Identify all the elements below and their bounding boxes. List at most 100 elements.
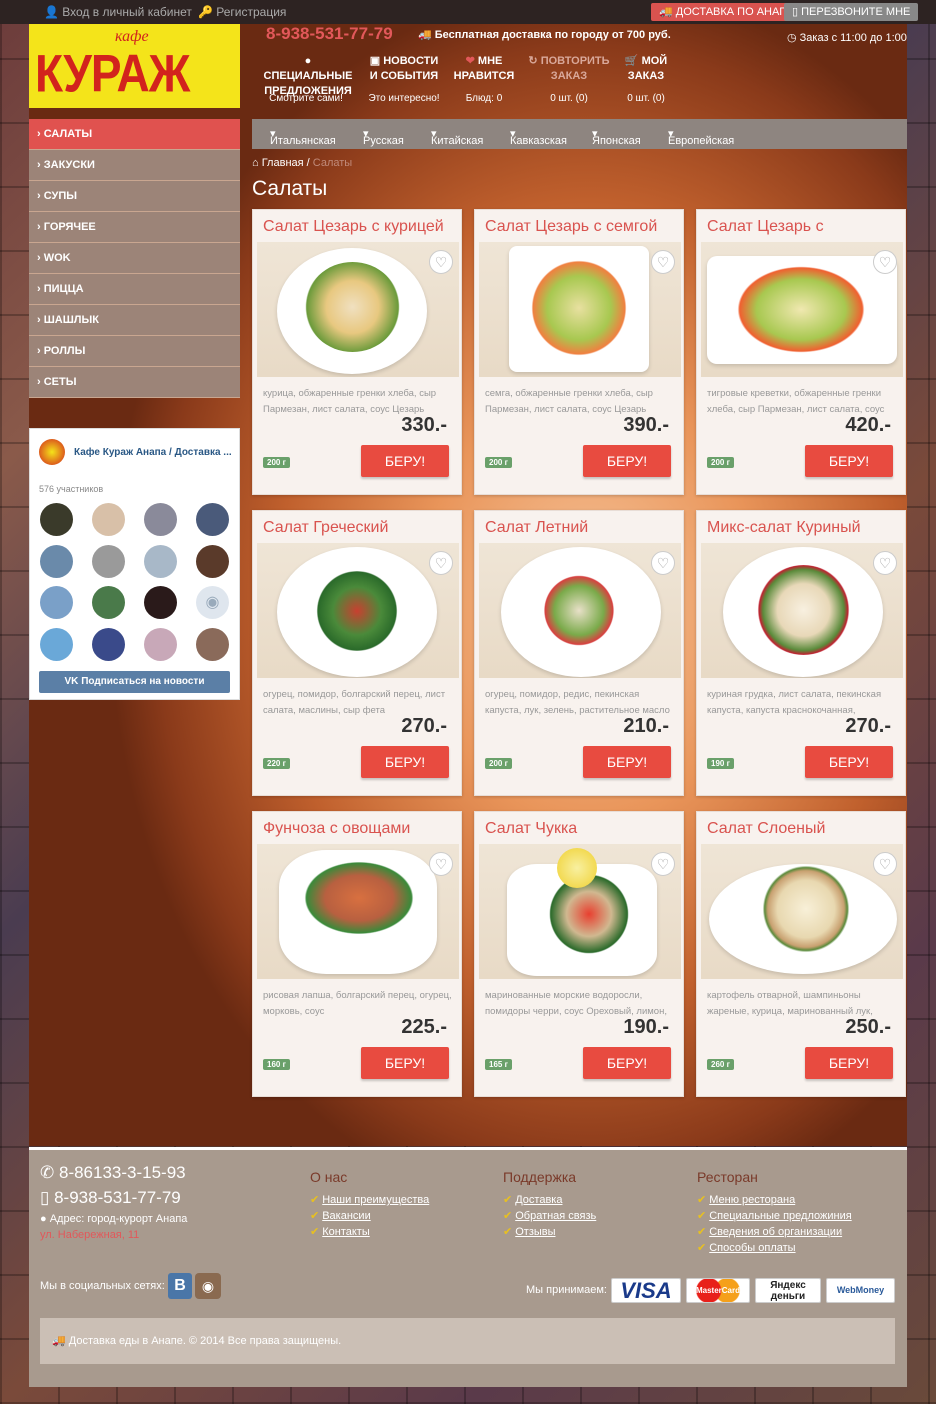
footer-phone-2[interactable]: ▯ 8-938-531-77-79 xyxy=(40,1188,181,1208)
sidebar-item-label: САЛАТЫ xyxy=(43,128,93,140)
product-title[interactable]: Салат Цезарь с xyxy=(707,218,902,236)
footer-link-reviews[interactable]: Отзывы xyxy=(503,1225,555,1238)
product-title[interactable]: Салат Чукка xyxy=(485,820,680,838)
avatar[interactable] xyxy=(92,545,125,578)
sidebar-item-shashlik[interactable]: › ШАШЛЫК xyxy=(29,305,240,336)
avatar[interactable] xyxy=(40,628,73,661)
avatar[interactable] xyxy=(144,545,177,578)
footer-link-delivery[interactable]: Доставка xyxy=(503,1193,562,1206)
product-photo[interactable]: ♡ xyxy=(479,543,681,678)
avatar[interactable] xyxy=(92,503,125,536)
product-title[interactable]: Салат Слоеный xyxy=(707,820,902,838)
buy-button[interactable]: БЕРУ! xyxy=(361,445,449,477)
nav-news[interactable]: ▣ НОВОСТИ И СОБЫТИЯ xyxy=(364,54,444,84)
instagram-icon[interactable]: ◉ xyxy=(195,1273,221,1299)
buy-button[interactable]: БЕРУ! xyxy=(361,746,449,778)
sidebar-item-pizza[interactable]: › ПИЦЦА xyxy=(29,274,240,305)
buy-button[interactable]: БЕРУ! xyxy=(583,445,671,477)
cuisine-italian[interactable]: Итальянская ▾ xyxy=(270,127,336,147)
sidebar-item-sets[interactable]: › СЕТЫ xyxy=(29,367,240,398)
sidebar-item-wok[interactable]: › WOK xyxy=(29,243,240,274)
vk-icon: VK xyxy=(64,676,79,687)
buy-button[interactable]: БЕРУ! xyxy=(805,445,893,477)
buy-button[interactable]: БЕРУ! xyxy=(583,746,671,778)
callback-button[interactable]: ▯ ПЕРЕЗВОНИТЕ МНЕ xyxy=(784,3,919,21)
buy-button[interactable]: БЕРУ! xyxy=(361,1047,449,1079)
cuisine-caucasian[interactable]: Кавказская ▾ xyxy=(510,127,567,147)
sidebar-item-soups[interactable]: › СУПЫ xyxy=(29,181,240,212)
cuisine-chinese[interactable]: Китайская ▾ xyxy=(431,127,483,147)
avatar[interactable] xyxy=(144,628,177,661)
product-title[interactable]: Фунчоза с овощами xyxy=(263,820,458,838)
breadcrumb-home[interactable]: Главная xyxy=(262,157,304,169)
buy-button[interactable]: БЕРУ! xyxy=(583,1047,671,1079)
product-title[interactable]: Салат Цезарь с семгой xyxy=(485,218,680,236)
footer-link-menu[interactable]: Меню ресторана xyxy=(697,1193,795,1206)
footer-phone-1[interactable]: ✆ 8-86133-3-15-93 xyxy=(40,1163,186,1183)
cuisine-japanese[interactable]: Японская ▾ xyxy=(592,127,641,147)
avatar[interactable] xyxy=(196,628,229,661)
footer-link-organization[interactable]: Сведения об организации xyxy=(697,1225,842,1238)
sidebar-item-hot[interactable]: › ГОРЯЧЕЕ xyxy=(29,212,240,243)
favorite-heart-icon[interactable]: ♡ xyxy=(651,551,675,575)
buy-button[interactable]: БЕРУ! xyxy=(805,746,893,778)
favorite-heart-icon[interactable]: ♡ xyxy=(873,551,897,575)
avatar[interactable] xyxy=(196,545,229,578)
avatar[interactable] xyxy=(196,503,229,536)
footer-link-feedback[interactable]: Обратная связь xyxy=(503,1209,596,1222)
cuisine-european[interactable]: Европейская ▾ xyxy=(668,127,734,147)
product-title[interactable]: Салат Летний xyxy=(485,519,680,537)
favorite-heart-icon[interactable]: ♡ xyxy=(429,551,453,575)
sidebar-item-salads[interactable]: › САЛАТЫ xyxy=(29,119,240,150)
sidebar-item-label: СУПЫ xyxy=(43,190,78,202)
cuisine-label: Европейская xyxy=(668,135,735,147)
sidebar-item-rolls[interactable]: › РОЛЛЫ xyxy=(29,336,240,367)
favorite-heart-icon[interactable]: ♡ xyxy=(429,852,453,876)
camera-icon[interactable]: ◉ xyxy=(196,586,229,619)
avatar[interactable] xyxy=(40,545,73,578)
vk-group-name[interactable]: Кафе Кураж Анапа / Доставка ... xyxy=(74,447,232,458)
footer-link-payment[interactable]: Способы оплаты xyxy=(697,1241,795,1254)
login-link[interactable]: 👤 Вход в личный кабинет xyxy=(44,5,192,19)
favorite-heart-icon[interactable]: ♡ xyxy=(651,852,675,876)
nav-my-order[interactable]: 🛒 МОЙ ЗАКАЗ xyxy=(620,54,672,84)
cuisine-russian[interactable]: Русская ▾ xyxy=(363,127,404,147)
buy-button[interactable]: БЕРУ! xyxy=(805,1047,893,1079)
footer-link-vacancies[interactable]: Вакансии xyxy=(310,1209,371,1222)
header-phone[interactable]: 8-938-531-77-79 xyxy=(266,24,393,44)
product-photo[interactable]: ♡ xyxy=(479,242,681,377)
vk-social-icon[interactable]: B xyxy=(168,1273,192,1299)
nav-repeat-order[interactable]: ↻ ПОВТОРИТЬ ЗАКАЗ xyxy=(528,54,610,84)
product-title[interactable]: Микс-салат Куриный xyxy=(707,519,902,537)
product-photo[interactable]: ♡ xyxy=(257,543,459,678)
avatar[interactable] xyxy=(144,586,177,619)
avatar[interactable] xyxy=(40,586,73,619)
delivery-anapa-button[interactable]: 🚚 ДОСТАВКА ПО АНАПЕ xyxy=(651,3,803,21)
avatar[interactable] xyxy=(40,503,73,536)
favorite-heart-icon[interactable]: ♡ xyxy=(429,250,453,274)
favorite-heart-icon[interactable]: ♡ xyxy=(873,250,897,274)
product-photo[interactable]: ♡ xyxy=(257,242,459,377)
product-title[interactable]: Салат Цезарь с курицей xyxy=(263,218,458,236)
footer-link-contacts[interactable]: Контакты xyxy=(310,1225,370,1238)
product-photo[interactable]: ♡ xyxy=(701,242,903,377)
avatar[interactable] xyxy=(92,586,125,619)
product-photo[interactable]: ♡ xyxy=(701,543,903,678)
footer-link-advantages[interactable]: Наши преимущества xyxy=(310,1193,429,1206)
product-photo[interactable]: ♡ xyxy=(701,844,903,979)
avatar[interactable] xyxy=(144,503,177,536)
product-photo[interactable]: ♡ xyxy=(479,844,681,979)
nav-favorites[interactable]: ❤ МНЕ НРАВИТСЯ xyxy=(452,54,516,84)
register-link[interactable]: 🔑 Регистрация xyxy=(198,5,286,19)
footer-link-special[interactable]: Специальные предложиния xyxy=(697,1209,851,1222)
product-title[interactable]: Салат Греческий xyxy=(263,519,458,537)
logo[interactable]: кафе КУРАЖ xyxy=(29,24,240,108)
sidebar-item-appetizers[interactable]: › ЗАКУСКИ xyxy=(29,150,240,181)
favorite-heart-icon[interactable]: ♡ xyxy=(873,852,897,876)
product-photo[interactable]: ♡ xyxy=(257,844,459,979)
product-weight-badge: 200 г xyxy=(485,457,512,468)
vk-subscribe-button[interactable]: VK Подписаться на новости xyxy=(39,671,230,693)
avatar[interactable] xyxy=(92,628,125,661)
favorite-heart-icon[interactable]: ♡ xyxy=(651,250,675,274)
mastercard-logo: MasterCard xyxy=(686,1278,750,1303)
